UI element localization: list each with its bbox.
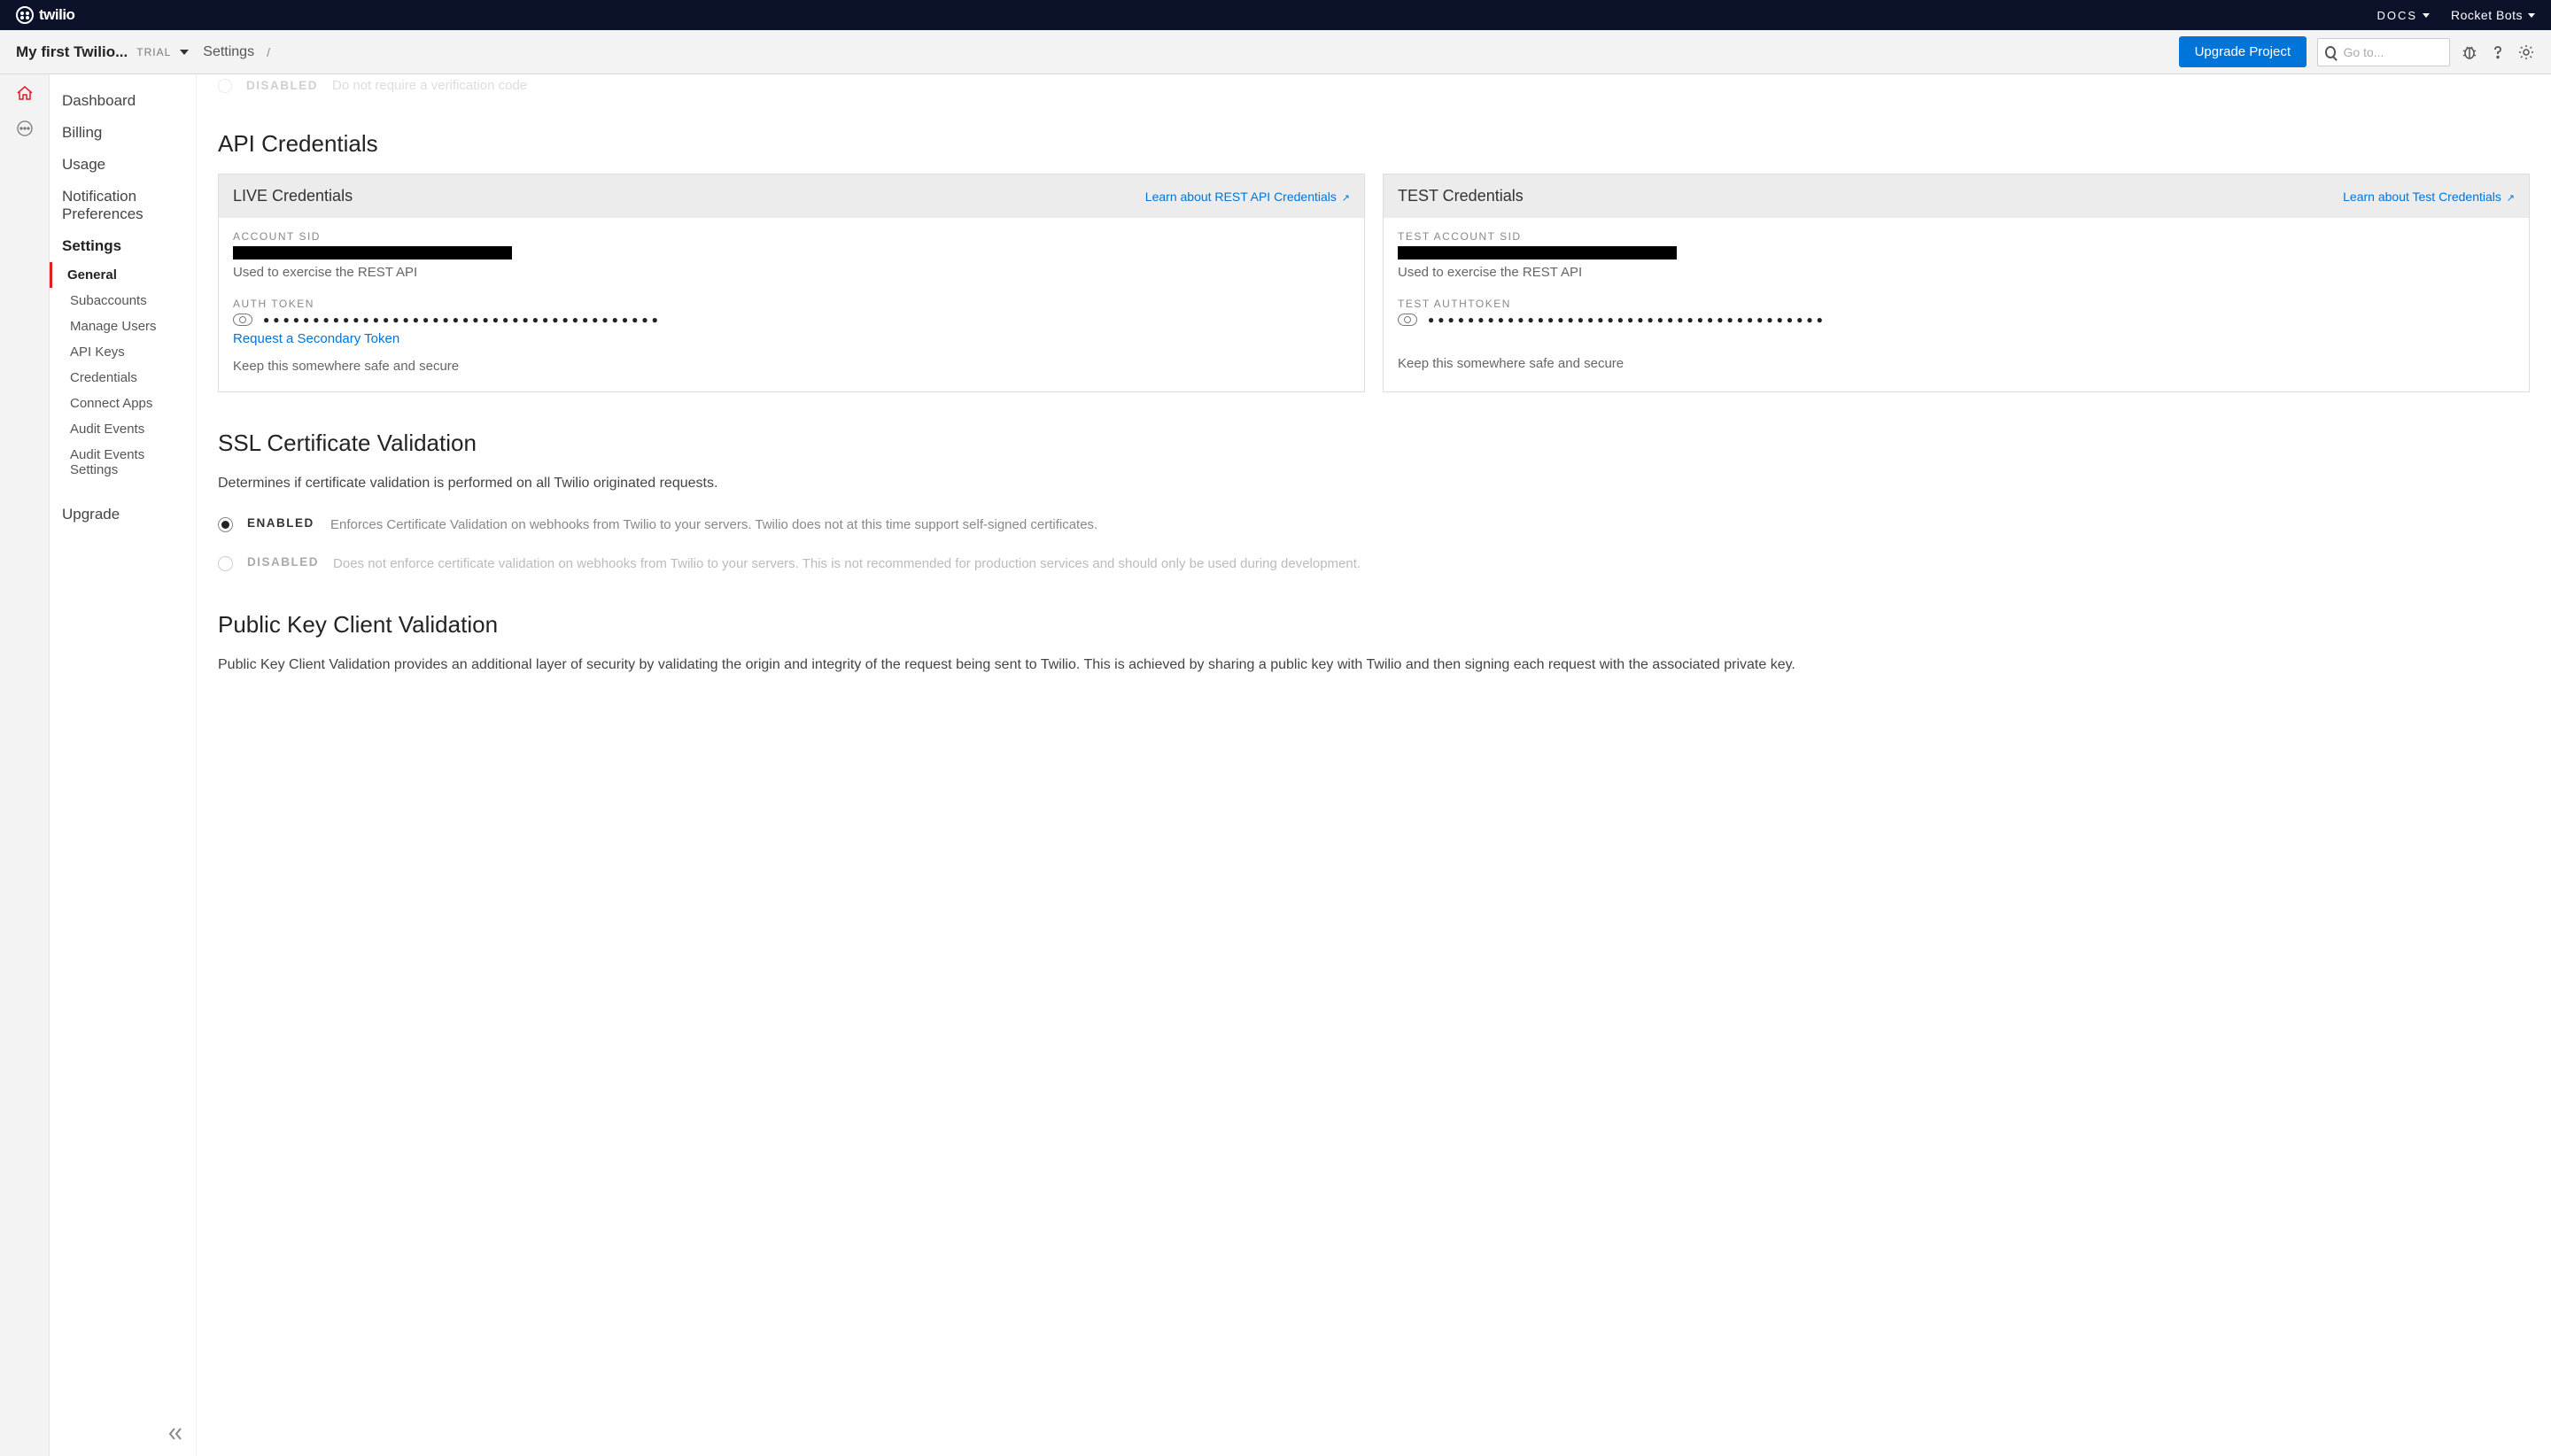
radio-icon[interactable] <box>218 517 233 532</box>
section-title-api-credentials: API Credentials <box>218 130 2530 158</box>
sidebar-item-billing[interactable]: Billing <box>50 117 196 149</box>
cutoff-label: DISABLED <box>246 79 318 92</box>
ssl-enabled-label: ENABLED <box>247 516 316 530</box>
sidebar: Dashboard Billing Usage Notification Pre… <box>50 74 197 1456</box>
sidebar-sub-api-keys[interactable]: API Keys <box>50 339 196 365</box>
account-sid-label: ACCOUNT SID <box>233 230 1350 243</box>
docs-link[interactable]: DOCS <box>2377 9 2430 22</box>
sidebar-item-upgrade[interactable]: Upgrade <box>50 499 196 531</box>
sidebar-item-dashboard[interactable]: Dashboard <box>50 85 196 117</box>
docs-label: DOCS <box>2377 9 2417 22</box>
test-account-sid-value-redacted[interactable] <box>1398 246 1677 259</box>
radio-icon[interactable] <box>218 79 232 93</box>
sidebar-sub-general[interactable]: General <box>50 262 196 288</box>
ssl-enabled-desc: Enforces Certificate Validation on webho… <box>330 515 1097 535</box>
section-title-ssl: SSL Certificate Validation <box>218 430 2530 457</box>
cutoff-row: DISABLED Do not require a verification c… <box>218 74 2530 98</box>
logo-text: twilio <box>39 6 74 24</box>
debug-icon[interactable] <box>2461 43 2478 61</box>
account-label: Rocket Bots <box>2451 8 2523 22</box>
test-credentials-card: TEST Credentials Learn about Test Creden… <box>1383 174 2530 392</box>
live-credentials-header: LIVE Credentials <box>233 187 353 205</box>
learn-test-credentials-link-text: Learn about Test Credentials <box>2343 190 2501 204</box>
ssl-disabled-desc: Does not enforce certificate validation … <box>333 554 1361 574</box>
auth-token-masked: ●●●●●●●●●●●●●●●●●●●●●●●●●●●●●●●●●●●●●●●● <box>263 314 662 326</box>
learn-test-credentials-link[interactable]: Learn about Test Credentials ↗ <box>2343 190 2515 204</box>
top-bar: twilio DOCS Rocket Bots <box>0 0 2551 30</box>
help-icon[interactable] <box>2489 43 2507 61</box>
account-dropdown[interactable]: Rocket Bots <box>2451 8 2535 22</box>
chevron-down-icon <box>2528 13 2535 18</box>
test-auth-token-label: TEST AUTHTOKEN <box>1398 298 2515 310</box>
project-dropdown-icon[interactable] <box>180 50 189 55</box>
rail <box>0 74 50 1456</box>
test-account-sid-label: TEST ACCOUNT SID <box>1398 230 2515 243</box>
twilio-logo-icon <box>16 6 34 24</box>
test-credentials-header: TEST Credentials <box>1398 187 1524 205</box>
home-icon[interactable] <box>15 83 35 103</box>
ssl-disabled-label: DISABLED <box>247 555 319 569</box>
sidebar-item-notification-preferences[interactable]: Notification Preferences <box>50 181 196 230</box>
search-box[interactable] <box>2317 38 2450 66</box>
sidebar-item-settings[interactable]: Settings <box>50 230 196 262</box>
eye-icon[interactable] <box>1398 314 1417 326</box>
sidebar-sub-audit-events[interactable]: Audit Events <box>50 416 196 442</box>
test-account-sid-help: Used to exercise the REST API <box>1398 265 2515 280</box>
gear-icon[interactable] <box>2517 43 2535 61</box>
ssl-description: Determines if certificate validation is … <box>218 473 2530 494</box>
external-link-icon: ↗ <box>1342 193 1350 204</box>
cutoff-desc: Do not require a verification code <box>332 78 527 93</box>
chevron-down-icon <box>2423 13 2430 18</box>
sidebar-item-usage[interactable]: Usage <box>50 149 196 181</box>
collapse-sidebar-icon[interactable] <box>167 1426 183 1447</box>
test-auth-token-masked: ●●●●●●●●●●●●●●●●●●●●●●●●●●●●●●●●●●●●●●●● <box>1428 314 1826 326</box>
auth-token-help: Keep this somewhere safe and secure <box>233 359 1350 374</box>
account-sid-help: Used to exercise the REST API <box>233 265 1350 280</box>
upgrade-project-button[interactable]: Upgrade Project <box>2179 36 2307 67</box>
more-icon[interactable] <box>15 119 35 138</box>
section-title-pkcv: Public Key Client Validation <box>218 611 2530 639</box>
eye-icon[interactable] <box>233 314 252 326</box>
ssl-disabled-row[interactable]: DISABLED Does not enforce certificate va… <box>218 554 2530 574</box>
account-sid-value-redacted[interactable] <box>233 246 512 259</box>
search-input[interactable] <box>2343 45 2442 59</box>
search-icon <box>2325 46 2336 58</box>
pkcv-description: Public Key Client Validation provides an… <box>218 654 2530 676</box>
radio-icon[interactable] <box>218 556 233 571</box>
test-auth-token-help: Keep this somewhere safe and secure <box>1398 356 2515 371</box>
live-credentials-card: LIVE Credentials Learn about REST API Cr… <box>218 174 1365 392</box>
learn-rest-api-link[interactable]: Learn about REST API Credentials ↗ <box>1145 190 1350 204</box>
sub-header: My first Twilio... TRIAL Settings / Upgr… <box>0 30 2551 74</box>
sidebar-sub-connect-apps[interactable]: Connect Apps <box>50 391 196 416</box>
trial-badge: TRIAL <box>136 46 171 58</box>
sidebar-sub-audit-events-settings[interactable]: Audit Events Settings <box>50 442 196 483</box>
request-secondary-token-link[interactable]: Request a Secondary Token <box>233 331 399 346</box>
sidebar-sub-credentials[interactable]: Credentials <box>50 365 196 391</box>
external-link-icon: ↗ <box>2507 193 2515 204</box>
breadcrumb-separator: / <box>267 45 270 59</box>
learn-rest-api-link-text: Learn about REST API Credentials <box>1145 190 1337 204</box>
auth-token-label: AUTH TOKEN <box>233 298 1350 310</box>
breadcrumb-settings[interactable]: Settings <box>203 44 254 60</box>
project-name: My first Twilio... <box>16 43 128 61</box>
sidebar-sub-subaccounts[interactable]: Subaccounts <box>50 288 196 314</box>
sidebar-sub-manage-users[interactable]: Manage Users <box>50 314 196 339</box>
ssl-enabled-row[interactable]: ENABLED Enforces Certificate Validation … <box>218 515 2530 535</box>
logo[interactable]: twilio <box>16 6 74 24</box>
main-panel: DISABLED Do not require a verification c… <box>197 74 2551 1456</box>
